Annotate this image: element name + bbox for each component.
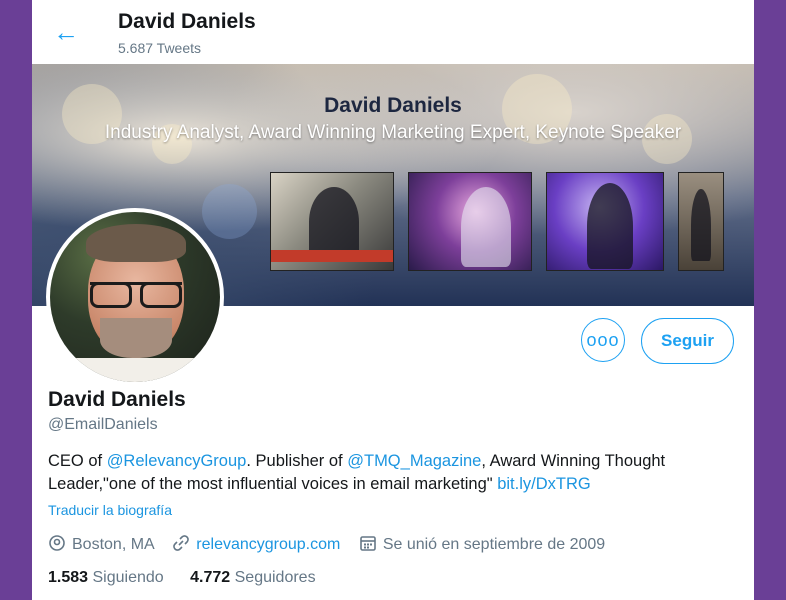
banner-photo-figurine [678, 172, 724, 271]
more-options-button[interactable]: ooo [581, 318, 625, 362]
profile-handle: @EmailDaniels [48, 416, 158, 433]
website: relevancygroup.com [172, 535, 345, 553]
following-link[interactable]: 1.583 Siguiendo [48, 569, 164, 586]
banner-photo-stage [408, 172, 532, 271]
mention-link-relevancygroup[interactable]: @RelevancyGroup [107, 452, 247, 470]
translate-bio-link[interactable]: Traducir la biografía [48, 502, 172, 518]
banner-photo-tv [270, 172, 394, 271]
location-pin-icon [49, 535, 65, 551]
profile-meta: Boston, MA relevancygroup.com Se unió en… [48, 534, 619, 554]
more-icon: ooo [586, 330, 620, 350]
followers-link[interactable]: 4.772 Seguidores [190, 569, 315, 586]
follow-stats: 1.583 Siguiendo 4.772 Seguidores [48, 569, 338, 587]
website-link[interactable]: relevancygroup.com [196, 536, 340, 553]
bio-url-link[interactable]: bit.ly/DxTRG [497, 475, 591, 493]
calendar-icon [360, 536, 376, 551]
banner-subtitle: Industry Analyst, Award Winning Marketin… [104, 122, 682, 143]
tweet-count: 5.687 Tweets [118, 40, 202, 56]
banner-title: David Daniels [324, 94, 462, 117]
join-date: Se unió en septiembre de 2009 [359, 536, 605, 553]
profile-bio: CEO of @RelevancyGroup. Publisher of @TM… [48, 452, 666, 493]
avatar[interactable] [46, 208, 224, 386]
profile-header: ← David Daniels 5.687 Tweets [32, 0, 754, 64]
profile-name: David Daniels [48, 388, 186, 411]
mention-link-tmq-magazine[interactable]: @TMQ_Magazine [347, 452, 481, 470]
link-icon [173, 535, 190, 551]
location: Boston, MA [48, 535, 158, 553]
arrow-left-icon: ← [53, 17, 79, 47]
back-button[interactable]: ← [52, 18, 80, 46]
follow-button[interactable]: Seguir [641, 318, 734, 364]
header-name: David Daniels [118, 10, 256, 33]
banner-photo-keynote [546, 172, 664, 271]
profile-card: ← David Daniels 5.687 Tweets David Danie… [32, 0, 754, 600]
